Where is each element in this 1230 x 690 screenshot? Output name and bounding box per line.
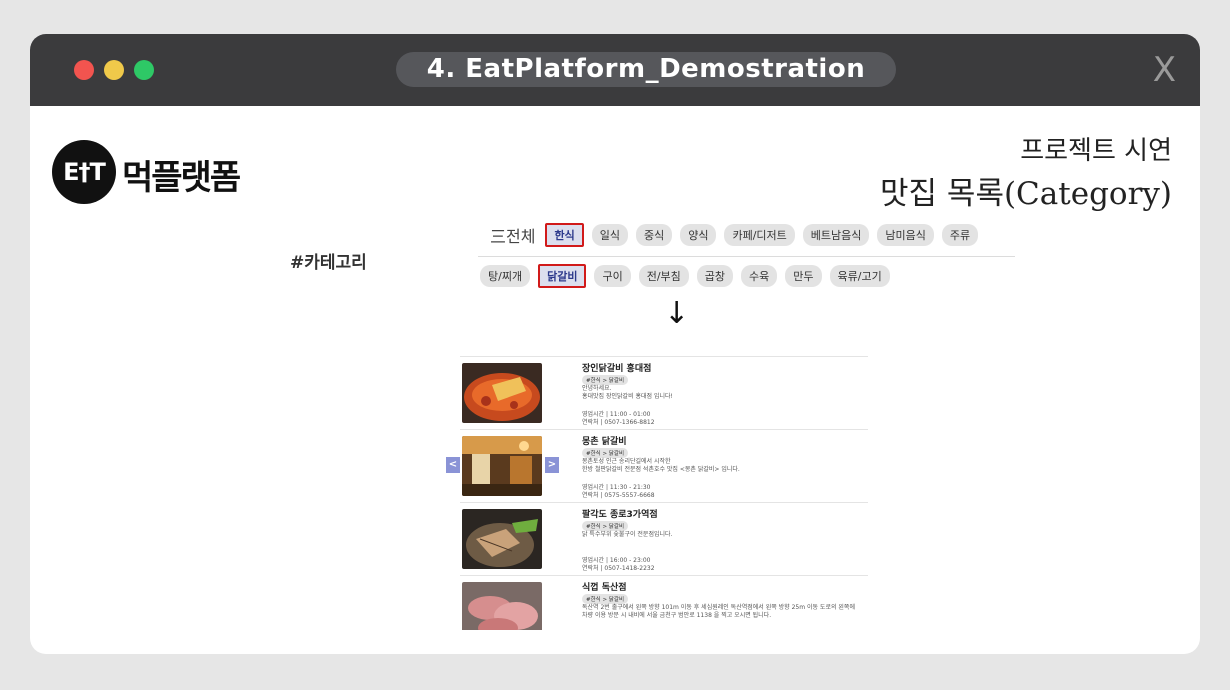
- header-title: 맛집 목록(Category): [880, 176, 1172, 212]
- category-chip[interactable]: 베트남음식: [802, 224, 870, 246]
- restaurant-name[interactable]: 식껍 독산점: [582, 580, 627, 593]
- restaurant-tag: #한식 > 닭갈비: [582, 521, 629, 531]
- category-chip[interactable]: 일식: [591, 224, 628, 246]
- subcategory-chip[interactable]: 구이: [594, 265, 631, 287]
- subcategory-chip[interactable]: 육류/고기: [829, 265, 890, 287]
- all-categories-tab[interactable]: 三전체: [490, 223, 535, 247]
- down-arrow-icon: ↓: [664, 296, 690, 331]
- restaurant-card[interactable]: 장인닭갈비 홍대점 #한식 > 닭갈비 안녕하세요. 홍대맛집 장인닭갈비 홍대…: [460, 356, 868, 429]
- restaurant-card[interactable]: 식껍 독산점 #한식 > 닭갈비 독산역 2번 출구에서 왼쪽 방향 101m …: [460, 575, 868, 630]
- carousel-next-button[interactable]: >: [545, 457, 559, 473]
- restaurant-phone: 연락처 | 0507-1418-2232: [582, 565, 655, 572]
- restaurant-card[interactable]: 팔각도 종로3가역점 #한식 > 닭갈비 닭 특수부위 숯불구이 전문점입니다.…: [460, 502, 868, 575]
- title-bar: 4. EatPlatform_Demostration X: [30, 34, 1200, 106]
- app-window: 4. EatPlatform_Demostration X E†T 먹플랫폼 프…: [30, 34, 1200, 654]
- subcategory-chip[interactable]: 만두: [785, 265, 822, 287]
- restaurant-name[interactable]: 팔각도 종로3가역점: [582, 507, 658, 520]
- restaurant-name[interactable]: 장인닭갈비 홍대점: [582, 361, 651, 374]
- restaurant-tag: #한식 > 닭갈비: [582, 448, 629, 458]
- close-icon[interactable]: X: [1153, 50, 1176, 90]
- restaurant-phone: 연락처 | 0507-1366-8812: [582, 419, 655, 426]
- restaurant-description: 닭 특수부위 숯불구이 전문점입니다.: [582, 531, 673, 538]
- minimize-window-dot[interactable]: [104, 60, 124, 80]
- maximize-window-dot[interactable]: [134, 60, 154, 80]
- subcategory-chip[interactable]: 탕/찌개: [480, 265, 531, 287]
- restaurant-description: 독산역 2번 출구에서 왼쪽 방향 101m 이동 후 세심원레인 독산역점에서…: [582, 604, 855, 619]
- secondary-category-bar: 탕/찌개 닭갈비 구이 전/부침 곱창 수육 만두 육류/고기: [480, 264, 898, 288]
- restaurant-tag: #한식 > 닭갈비: [582, 594, 629, 604]
- restaurant-photo-interior: [462, 436, 542, 496]
- window-title: 4. EatPlatform_Demostration: [396, 52, 896, 87]
- restaurant-description: 안녕하세요. 홍대맛집 장인닭갈비 홍대점 입니다!: [582, 385, 673, 400]
- category-chip[interactable]: 주류: [941, 224, 979, 246]
- category-chip[interactable]: 중식: [635, 224, 673, 246]
- restaurant-phone: 연락처 | 0575-5557-6668: [582, 492, 655, 499]
- subcategory-chip[interactable]: 곱창: [696, 265, 734, 287]
- category-chip[interactable]: 카페/디저트: [724, 224, 795, 246]
- carousel-prev-button[interactable]: <: [446, 457, 460, 473]
- food-photo-grill: [462, 509, 542, 569]
- subcategory-chip[interactable]: 닭갈비: [538, 264, 587, 288]
- restaurant-description: 몽촌토성 인근 송리단길에서 시작한 한방 철판닭갈비 전문점 석촌호수 맛집 …: [582, 458, 740, 473]
- restaurant-card[interactable]: 몽촌 닭갈비 #한식 > 닭갈비 몽촌토성 인근 송리단길에서 시작한 한방 철…: [460, 429, 868, 502]
- logo-mark: E†T: [52, 140, 116, 204]
- category-chip[interactable]: 남미음식: [877, 224, 934, 246]
- restaurant-list: 장인닭갈비 홍대점 #한식 > 닭갈비 안녕하세요. 홍대맛집 장인닭갈비 홍대…: [460, 356, 868, 630]
- logo-text: 먹플랫폼: [122, 158, 241, 198]
- food-photo-gopchang: [462, 582, 542, 630]
- subcategory-chip[interactable]: 수육: [741, 265, 778, 287]
- restaurant-tag: #한식 > 닭갈비: [582, 375, 629, 385]
- section-label: #카테고리: [290, 253, 367, 273]
- primary-category-bar: 三전체 한식 일식 중식 양식 카페/디저트 베트남음식 남미음식 주류: [490, 223, 986, 247]
- category-chip[interactable]: 한식: [545, 223, 584, 247]
- category-chip[interactable]: 양식: [680, 224, 717, 246]
- food-photo-dakgalbi: [462, 363, 542, 423]
- restaurant-name[interactable]: 몽촌 닭갈비: [582, 434, 627, 447]
- divider: [478, 256, 1015, 257]
- header-subtitle: 프로젝트 시연: [1020, 136, 1172, 166]
- subcategory-chip[interactable]: 전/부침: [638, 265, 689, 287]
- close-window-dot[interactable]: [74, 60, 94, 80]
